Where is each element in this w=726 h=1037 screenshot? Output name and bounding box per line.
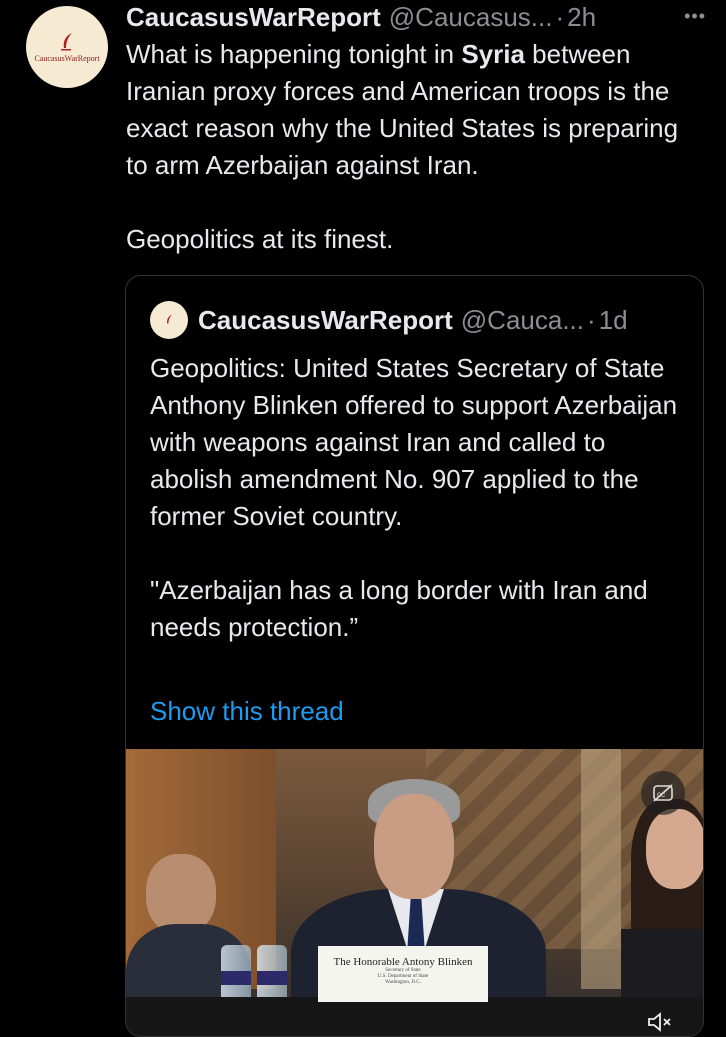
tweet-timestamp[interactable]: 2h xyxy=(567,2,596,33)
speaker-muted-icon[interactable] xyxy=(643,1009,677,1035)
speaker-muted-glyph-icon xyxy=(648,1012,671,1032)
video-player[interactable]: The Honorable Antony Blinken Secretary o… xyxy=(126,749,703,1036)
quoted-tweet-text: Geopolitics: United States Secretary of … xyxy=(150,353,678,642)
avatar-brand-text: CaucasusWarReport xyxy=(34,53,100,63)
author-avatar[interactable]: CaucasusWarReport xyxy=(26,6,108,88)
more-options-icon[interactable]: ••• xyxy=(684,6,706,27)
video-main-speaker xyxy=(374,794,454,899)
quoted-tweet-header: CaucasusWarReport @Cauca... · 1d xyxy=(150,300,695,340)
closed-captions-glyph-icon: cc xyxy=(653,784,673,802)
author-handle[interactable]: @Caucasus... xyxy=(389,2,553,33)
nameplate: The Honorable Antony Blinken Secretary o… xyxy=(318,946,488,1002)
quoted-author-handle[interactable]: @Cauca... xyxy=(461,305,584,336)
tweet-text-rest: between Iranian proxy forces and America… xyxy=(126,39,679,254)
author-name[interactable]: CaucasusWarReport xyxy=(126,2,381,33)
nameplate-line: Washington, D.C. xyxy=(385,980,421,985)
tweet-text: What is happening tonight in Syria betwe… xyxy=(126,36,706,258)
quoted-tweet-timestamp[interactable]: 1d xyxy=(599,305,628,336)
video-person-figure xyxy=(646,809,703,889)
closed-captions-icon[interactable]: cc xyxy=(641,771,685,815)
show-thread-link[interactable]: Show this thread xyxy=(150,696,344,727)
quill-logo-icon xyxy=(167,314,172,324)
quoted-author-name[interactable]: CaucasusWarReport xyxy=(198,305,453,336)
separator-dot: · xyxy=(555,1,565,32)
quoted-tweet-card[interactable]: CaucasusWarReport @Cauca... · 1d Geopoli… xyxy=(125,275,704,1037)
quoted-author-avatar[interactable] xyxy=(150,301,188,339)
quill-logo-icon xyxy=(61,32,72,50)
nameplate-title: The Honorable Antony Blinken xyxy=(333,956,473,968)
video-background-panel xyxy=(581,749,621,989)
tweet-header: CaucasusWarReport @Caucasus... · 2h ••• xyxy=(126,0,706,34)
video-person-figure xyxy=(146,854,216,934)
tweet-text-start: What is happening tonight in xyxy=(126,39,462,69)
separator-dot: · xyxy=(587,304,596,335)
tweet-text-bold: Syria xyxy=(461,39,525,69)
video-desk xyxy=(126,997,703,1036)
